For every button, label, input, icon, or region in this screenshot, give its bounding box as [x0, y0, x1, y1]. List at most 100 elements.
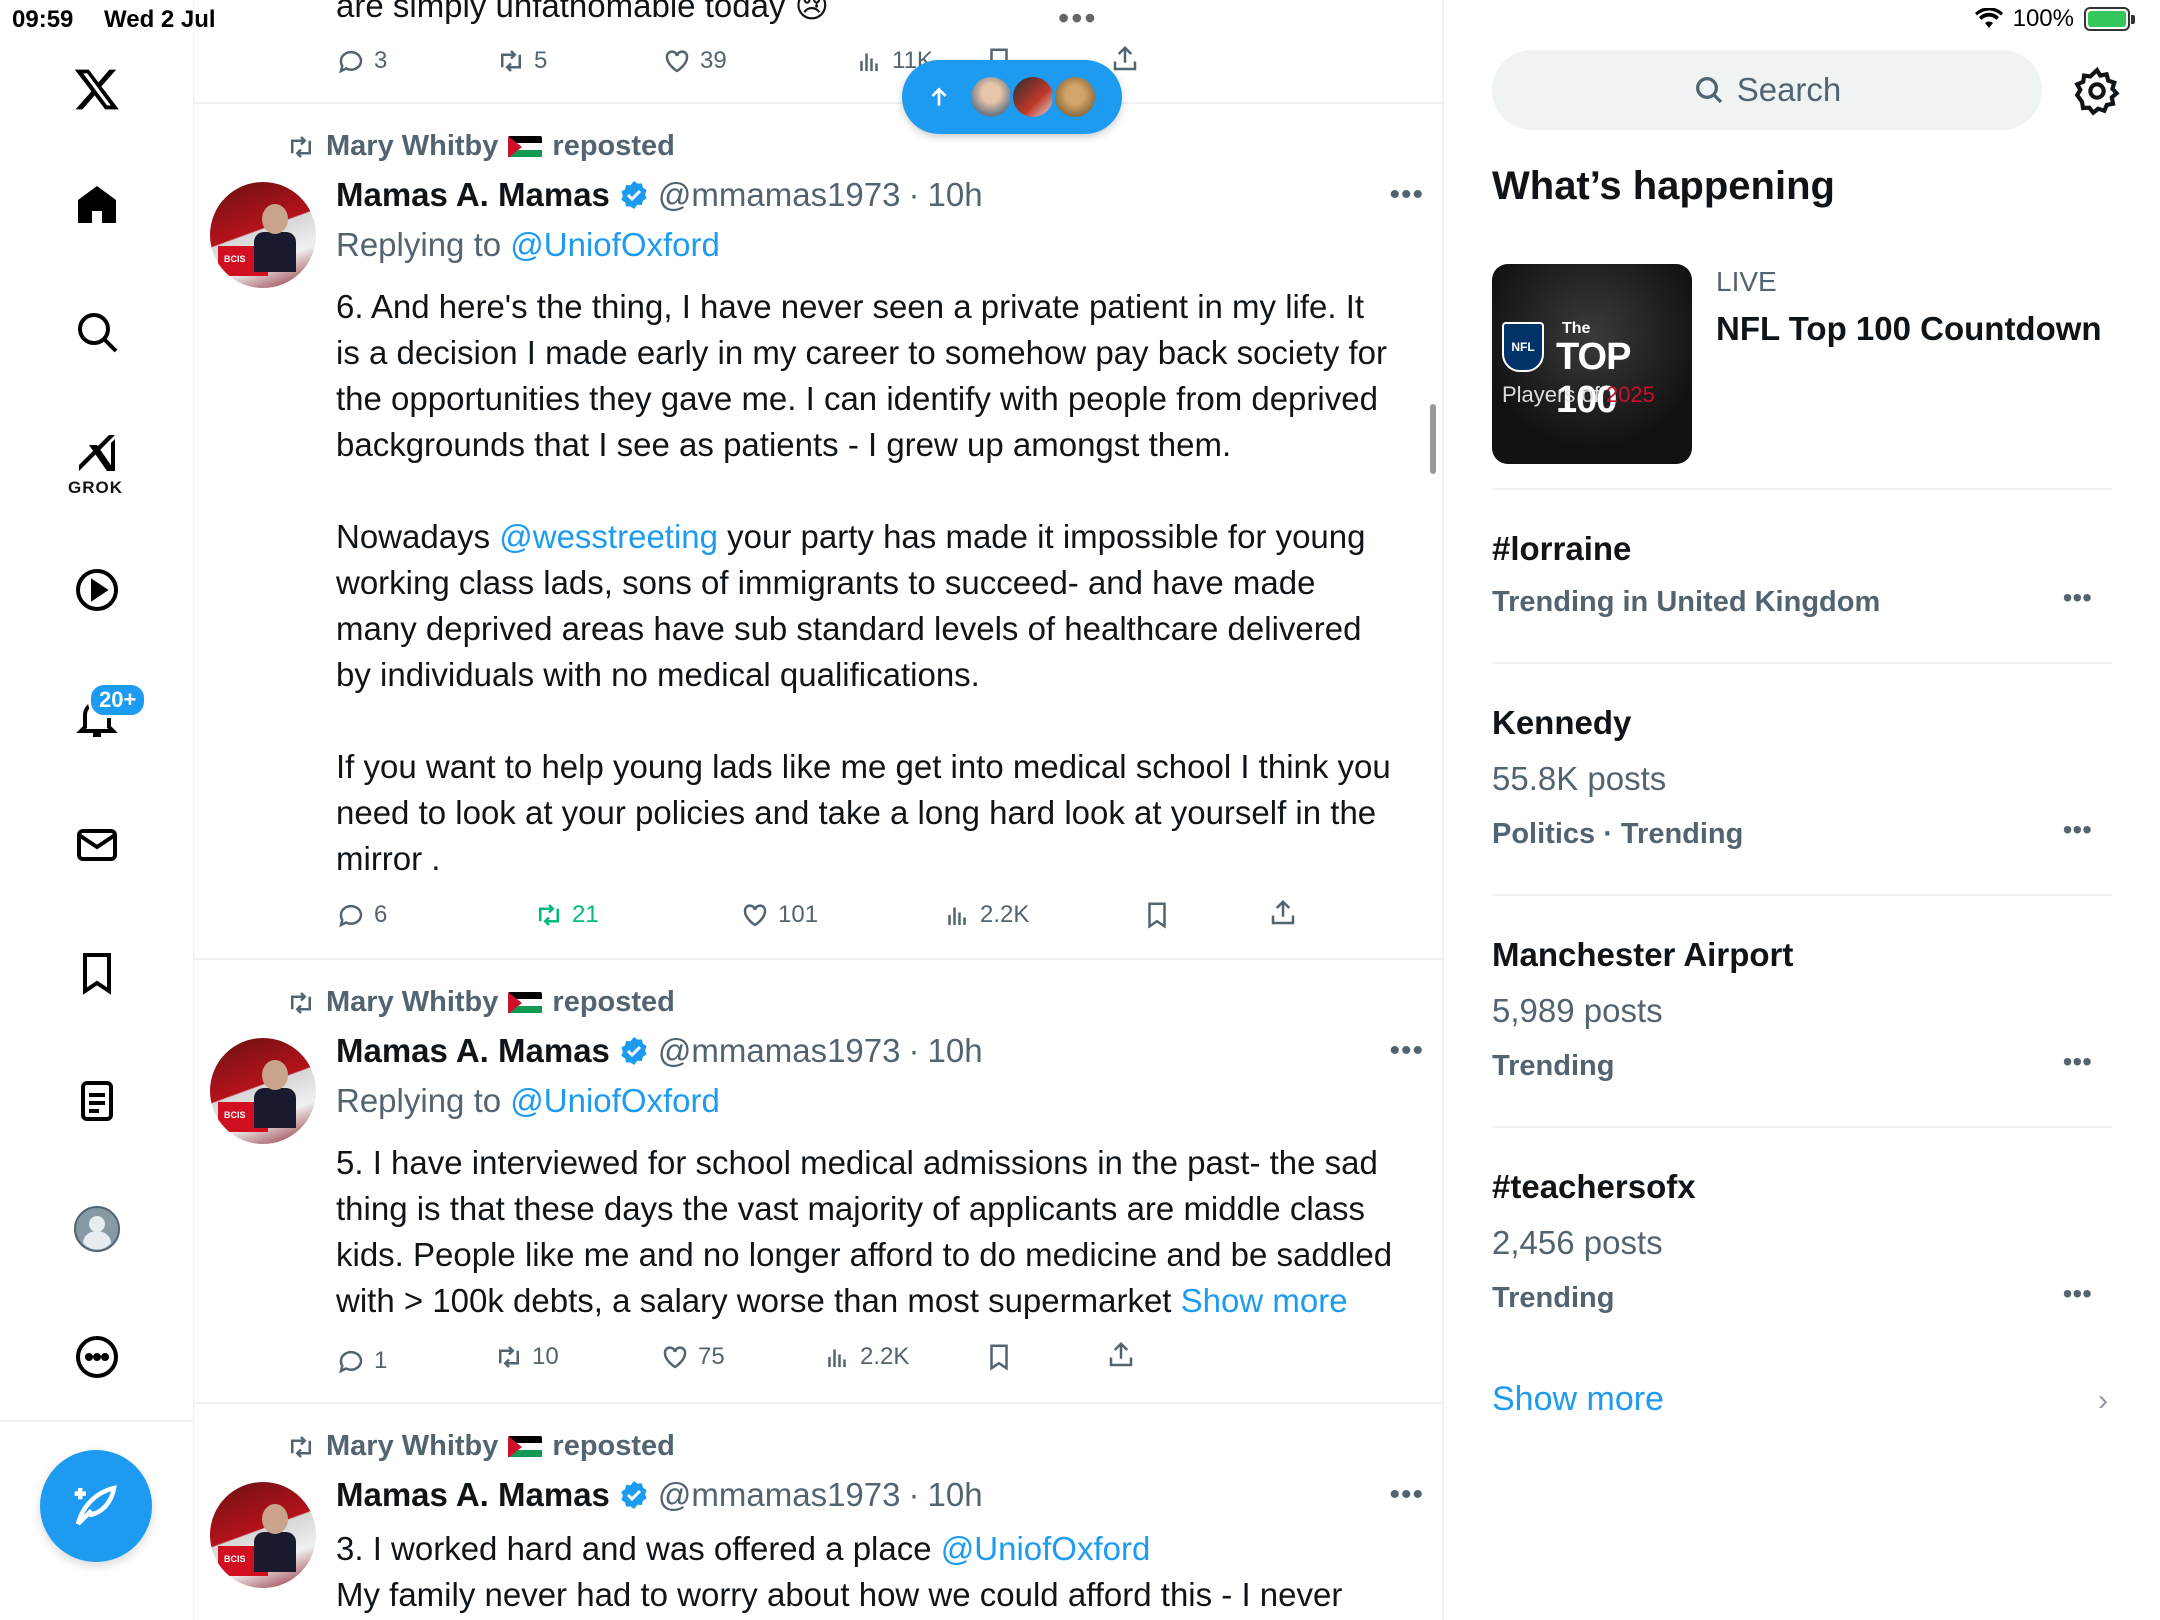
author-name[interactable]: Mamas A. Mamas — [336, 176, 610, 214]
share-button[interactable] — [1110, 44, 1140, 74]
mention-link[interactable]: @UniofOxford — [510, 226, 720, 263]
tweet-line: 3. I worked hard and was offered a place… — [336, 1526, 1396, 1572]
reply-icon — [339, 50, 363, 74]
grok-label: GROK — [68, 478, 123, 497]
nfl-top100-thumbnail: NFL The TOP 100 Players of 2025 — [1492, 264, 1692, 464]
compose-post-button[interactable] — [40, 1450, 152, 1562]
status-bar: 09:59 Wed 2 Jul ••• 100% — [0, 0, 2160, 40]
palestine-flag-icon — [508, 991, 543, 1014]
new-posts-pill-button[interactable] — [902, 60, 1122, 134]
explore-search-icon[interactable] — [62, 297, 132, 367]
trend-title: #teachersofx — [1492, 1168, 1696, 1205]
share-icon — [1113, 45, 1137, 71]
repost-button[interactable]: 21 — [534, 900, 599, 930]
author-avatar[interactable]: BCIS — [210, 1038, 316, 1144]
reply-icon — [339, 1350, 363, 1374]
repost-indicator: Mary Whitby reposted — [286, 986, 675, 1019]
replying-label: Replying to — [336, 226, 502, 263]
trend-item[interactable]: Kennedy 55.8K posts Politics · Trending … — [1492, 664, 2112, 896]
trend-meta: Trending — [1492, 1050, 1615, 1082]
views-count: 2.2K — [980, 901, 1030, 928]
trend-item[interactable]: #teachersofx 2,456 posts Trending ••• — [1492, 1128, 2112, 1360]
status-date: Wed 2 Jul — [104, 6, 216, 33]
main-feed[interactable]: are simply unfathomable today 😢 3 5 39 1… — [194, 0, 1444, 1620]
replying-label: Replying to — [336, 1082, 502, 1119]
compose-feather-icon — [74, 1484, 117, 1526]
tweet-paragraph: 5. I have interviewed for school medical… — [336, 1140, 1396, 1324]
repost-indicator: Mary Whitby reposted — [286, 130, 675, 163]
battery-percent: 100% — [2012, 5, 2074, 32]
tweet[interactable]: Mary Whitby reposted BCIS Mamas A. Mamas… — [194, 104, 1442, 960]
search-input[interactable]: Search — [1492, 50, 2042, 130]
more-options-icon[interactable] — [62, 1322, 132, 1392]
repost-button[interactable]: 5 — [496, 46, 547, 76]
home-icon[interactable] — [62, 170, 132, 240]
author-avatar[interactable]: BCIS — [210, 1482, 316, 1588]
profile-avatar-icon[interactable] — [62, 1194, 132, 1264]
settings-gear-icon[interactable] — [2072, 66, 2122, 116]
tweet[interactable]: Mary Whitby reposted BCIS Mamas A. Mamas… — [194, 960, 1442, 1404]
author-handle[interactable]: @mmamas1973 — [658, 176, 901, 214]
show-more-link[interactable]: Show more — [1181, 1282, 1348, 1319]
status-time: 09:59 — [12, 6, 74, 33]
views-button[interactable]: 2.2K — [822, 1342, 909, 1372]
heart-icon — [663, 1346, 687, 1369]
show-more-trends-link[interactable]: Show more — [1492, 1380, 1664, 1419]
mention-link[interactable]: @UniofOxford — [941, 1530, 1151, 1567]
like-button[interactable]: 39 — [662, 46, 727, 76]
tweet-line: My family never had to worry about how w… — [336, 1576, 1343, 1613]
reposter-name[interactable]: Mary Whitby — [326, 1430, 498, 1463]
trend-more-icon[interactable]: ••• — [2063, 1278, 2092, 1310]
author-line: Mamas A. Mamas @mmamas1973 · 10h — [336, 176, 983, 214]
bookmarks-icon[interactable] — [62, 938, 132, 1008]
trend-more-icon[interactable]: ••• — [2063, 1046, 2092, 1078]
repost-icon — [539, 904, 559, 926]
post-time[interactable]: 10h — [928, 1476, 983, 1514]
mention-link[interactable]: @wesstreeting — [499, 518, 718, 555]
reply-icon — [339, 904, 363, 928]
author-handle[interactable]: @mmamas1973 — [658, 1476, 901, 1514]
trend-item[interactable]: Manchester Airport 5,989 posts Trending … — [1492, 896, 2112, 1128]
reposted-label: reposted — [552, 986, 675, 1018]
reply-button[interactable]: 1 — [336, 1346, 387, 1376]
share-button[interactable] — [1106, 1340, 1136, 1370]
reply-button[interactable]: 3 — [336, 46, 387, 76]
post-more-icon[interactable]: ••• — [1389, 178, 1424, 212]
x-logo-icon[interactable] — [62, 54, 132, 124]
post-time[interactable]: 10h — [928, 1032, 983, 1070]
mention-link[interactable]: @UniofOxford — [510, 1082, 720, 1119]
post-more-icon[interactable]: ••• — [1389, 1034, 1424, 1068]
like-button[interactable]: 101 — [740, 900, 818, 930]
scroll-indicator[interactable] — [1430, 404, 1436, 474]
author-name[interactable]: Mamas A. Mamas — [336, 1032, 610, 1070]
author-name[interactable]: Mamas A. Mamas — [336, 1476, 610, 1514]
author-line: Mamas A. Mamas @mmamas1973 · 10h — [336, 1476, 983, 1514]
trend-more-icon[interactable]: ••• — [2063, 582, 2092, 614]
tweet[interactable]: Mary Whitby reposted BCIS Mamas A. Mamas… — [194, 1404, 1442, 1620]
video-play-icon[interactable] — [62, 555, 132, 625]
multitasking-dots-icon[interactable]: ••• — [1058, 0, 1098, 37]
like-button[interactable]: 75 — [660, 1342, 725, 1372]
reposted-label: reposted — [552, 1430, 675, 1462]
share-button[interactable] — [1268, 898, 1298, 928]
author-avatar[interactable]: BCIS — [210, 182, 316, 288]
reply-button[interactable]: 6 — [336, 900, 387, 930]
views-button[interactable]: 2.2K — [942, 900, 1029, 930]
separator-dot: · — [908, 176, 920, 213]
reposter-name[interactable]: Mary Whitby — [326, 130, 498, 163]
trend-more-icon[interactable]: ••• — [2063, 814, 2092, 846]
post-time[interactable]: 10h — [928, 176, 983, 214]
bookmark-button[interactable] — [984, 1342, 1014, 1372]
repost-button[interactable]: 10 — [494, 1342, 559, 1372]
trend-title: Manchester Airport — [1492, 936, 1794, 973]
live-event-card[interactable]: NFL The TOP 100 Players of 2025 LIVE NFL… — [1492, 264, 2112, 490]
messages-mail-icon[interactable] — [62, 810, 132, 880]
live-title: NFL Top 100 Countdown — [1716, 310, 2102, 347]
text-segment: Nowadays — [336, 518, 500, 555]
post-more-icon[interactable]: ••• — [1389, 1478, 1424, 1512]
bookmark-button[interactable] — [1142, 900, 1172, 930]
trend-item[interactable]: #lorraine Trending in United Kingdom ••• — [1492, 490, 2112, 664]
author-handle[interactable]: @mmamas1973 — [658, 1032, 901, 1070]
reposter-name[interactable]: Mary Whitby — [326, 986, 498, 1019]
lists-icon[interactable] — [62, 1066, 132, 1136]
